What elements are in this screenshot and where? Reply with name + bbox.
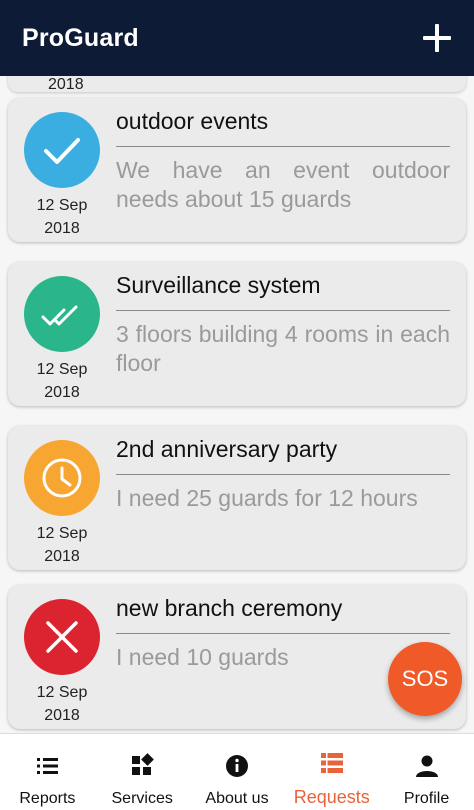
request-title: outdoor events: [116, 108, 269, 134]
requests-list[interactable]: 2018 12 Sep 2018 outdoor events We have …: [0, 76, 474, 732]
request-date-day: 12 Sep: [36, 684, 88, 701]
request-card[interactable]: 12 Sep 2018 2nd anniversary party I need…: [8, 426, 466, 570]
nav-label: Profile: [403, 790, 450, 807]
request-description: 3 floors building 4 rooms in each floor: [116, 321, 450, 376]
bottom-navigation: Reports Services About us Requests Profi…: [0, 733, 474, 810]
divider: [116, 474, 450, 475]
list-icon: [37, 758, 59, 774]
double-check-icon: [24, 276, 100, 352]
request-date-day: 12 Sep: [36, 197, 88, 214]
add-request-button[interactable]: [422, 23, 452, 53]
grid-icon: [132, 753, 155, 775]
nav-item-requests[interactable]: Requests: [286, 749, 378, 808]
partial-request-card[interactable]: 2018: [8, 76, 466, 93]
person-icon: [415, 755, 438, 777]
nav-item-about[interactable]: About us: [191, 752, 283, 808]
request-date: 12 Sep 2018: [12, 681, 112, 727]
request-date-year: 2018: [44, 220, 80, 237]
divider: [116, 633, 450, 634]
nav-label: About us: [205, 790, 269, 807]
nav-label: Requests: [293, 787, 370, 807]
request-title: 2nd anniversary party: [116, 436, 338, 462]
request-date-day: 12 Sep: [36, 525, 88, 542]
check-icon: [24, 112, 100, 188]
nav-label: Services: [111, 790, 173, 807]
x-icon: [24, 599, 100, 675]
request-title: new branch ceremony: [116, 595, 343, 621]
request-date-year: 2018: [44, 384, 80, 401]
table-icon: [320, 753, 343, 773]
request-description: We have an event outdoor needs about 15 …: [116, 157, 450, 212]
request-card[interactable]: 12 Sep 2018 Surveillance system 3 floors…: [8, 262, 466, 406]
clock-icon: [24, 440, 100, 516]
app-title: ProGuard: [22, 23, 139, 52]
request-date-year: 2018: [44, 707, 80, 724]
nav-label: Reports: [19, 790, 76, 807]
request-description: I need 25 guards for 12 hours: [116, 485, 418, 511]
request-date-day: 12 Sep: [36, 361, 88, 378]
request-date-year: 2018: [44, 548, 80, 565]
divider: [116, 146, 450, 147]
nav-item-profile[interactable]: Profile: [381, 752, 473, 808]
request-date: 12 Sep 2018: [12, 522, 112, 568]
sos-button[interactable]: SOS: [388, 642, 462, 716]
request-card[interactable]: 12 Sep 2018 outdoor events We have an ev…: [8, 98, 466, 242]
request-title: Surveillance system: [116, 272, 321, 298]
divider: [116, 310, 450, 311]
request-date: 12 Sep 2018: [12, 358, 112, 404]
info-icon: [225, 755, 248, 777]
app-bar: ProGuard: [0, 0, 474, 76]
nav-item-services[interactable]: Services: [96, 752, 188, 808]
nav-item-reports[interactable]: Reports: [1, 752, 93, 808]
request-date: 12 Sep 2018: [12, 194, 112, 240]
partial-card-year: 2018: [48, 76, 84, 93]
